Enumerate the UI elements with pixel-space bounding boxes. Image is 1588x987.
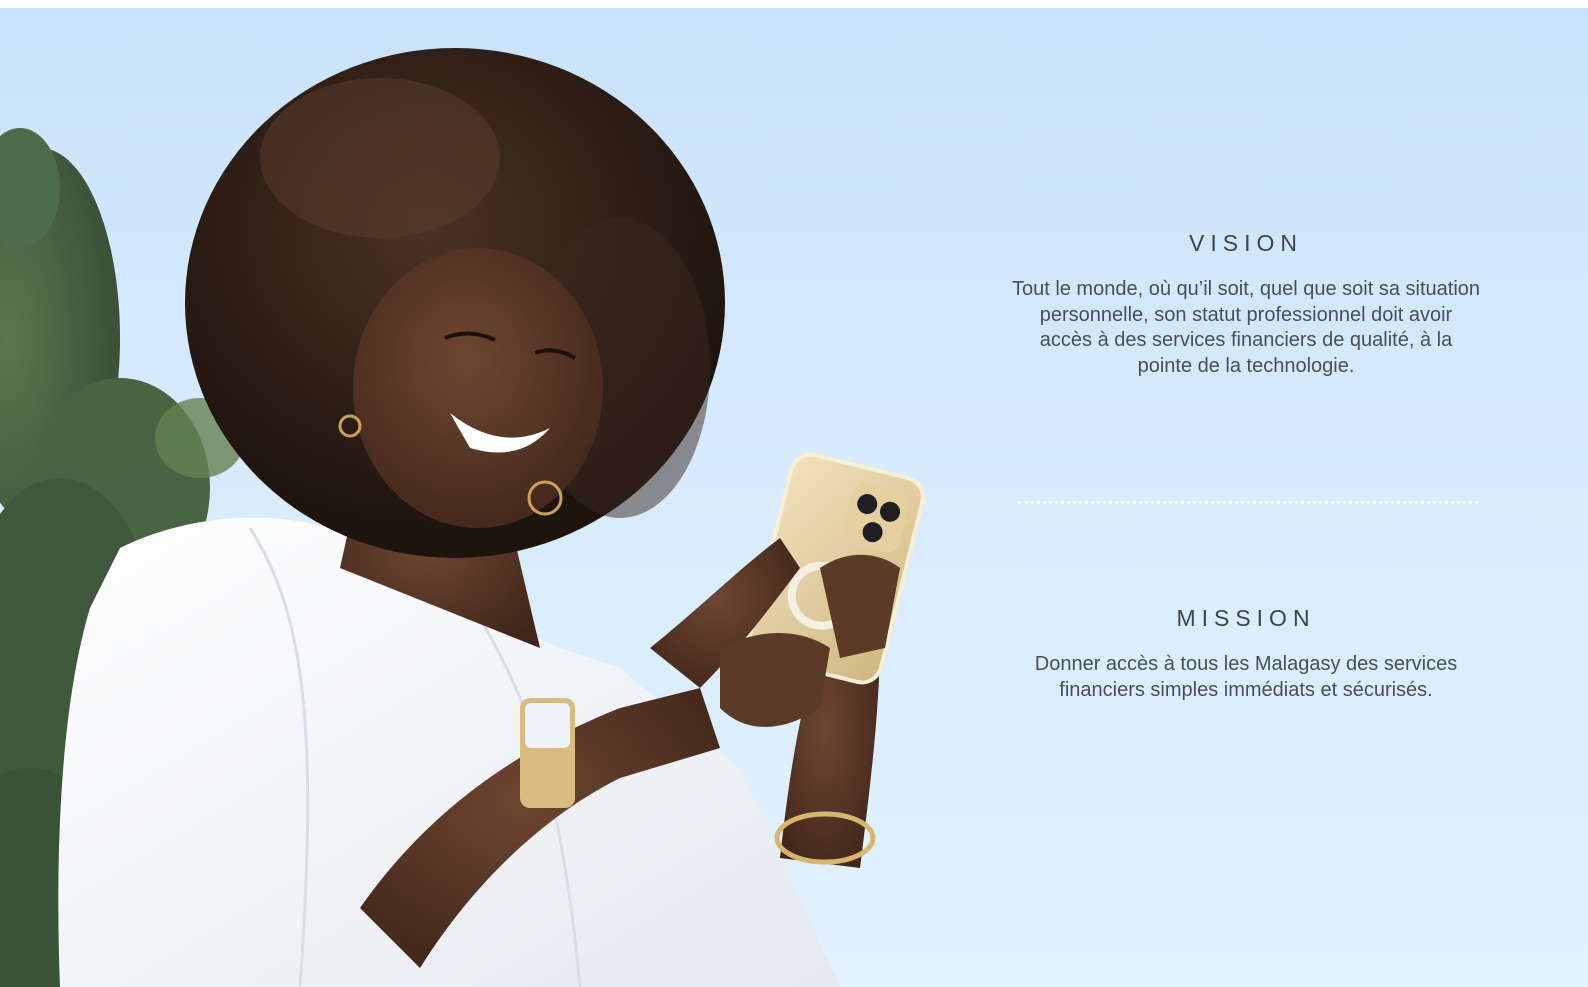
mission-section: MISSION Donner accès à tous les Malagasy… <box>1010 605 1482 703</box>
mission-heading: MISSION <box>1176 605 1316 631</box>
page: VISION Tout le monde, où qu’il soit, que… <box>0 0 1588 987</box>
hero-section: VISION Tout le monde, où qu’il soit, que… <box>0 8 1588 987</box>
mission-text: Donner accès à tous les Malagasy des ser… <box>1034 653 1458 701</box>
vision-heading: VISION <box>1189 230 1303 256</box>
section-divider <box>1018 501 1478 504</box>
face <box>353 248 603 528</box>
vision-text: Tout le monde, où qu’il soit, quel que s… <box>1011 278 1481 377</box>
woman-with-phone-photo <box>0 48 925 987</box>
vision-section: VISION Tout le monde, où qu’il soit, que… <box>1010 230 1482 379</box>
